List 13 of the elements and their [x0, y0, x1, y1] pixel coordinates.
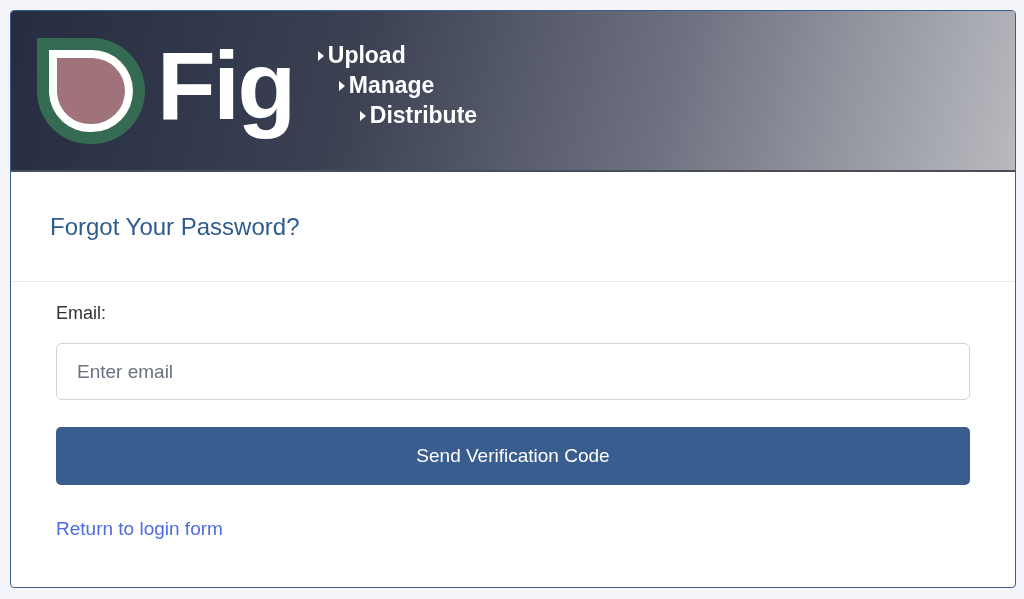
- return-link[interactable]: Return to login form: [56, 515, 223, 544]
- email-field[interactable]: Enter email: [56, 343, 970, 400]
- page-title: Forgot Your Password?: [50, 211, 300, 242]
- logo-text: Fig: [157, 30, 294, 141]
- logo-icon: [37, 37, 145, 144]
- caret-icon: [317, 50, 324, 61]
- tagline-text: Distribute: [369, 104, 478, 127]
- email-label: Email:: [56, 302, 106, 325]
- tagline-text: Upload: [327, 44, 406, 67]
- caret-icon: [359, 110, 366, 121]
- tagline-text: Manage: [348, 74, 435, 97]
- send-code-button[interactable]: Send Verification Code: [56, 427, 970, 485]
- caret-icon: [338, 80, 345, 91]
